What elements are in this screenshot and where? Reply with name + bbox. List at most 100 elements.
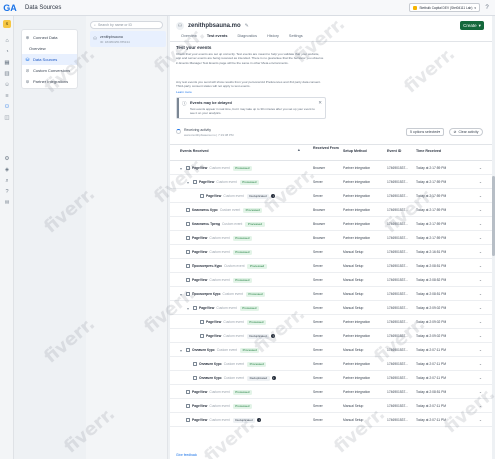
data-source-item[interactable]: ⚇ zenithpbsauna ID: 184953251785134 bbox=[90, 31, 166, 47]
subnav-item-custom-conversions[interactable]: ⊘ Custom Conversions bbox=[22, 65, 77, 76]
chevron-down-icon[interactable]: ⌄ bbox=[479, 315, 482, 329]
chevron-down-icon[interactable]: ⌄ bbox=[479, 189, 482, 203]
event-icon bbox=[186, 404, 190, 408]
edit-icon[interactable]: ✎ bbox=[245, 23, 249, 29]
grid-icon[interactable]: ▦ bbox=[4, 60, 10, 66]
chart-icon[interactable]: ▥ bbox=[4, 71, 10, 77]
data-source-search[interactable]: ⌕ Search by name or ID bbox=[90, 21, 163, 29]
account-label: Stetbulk Capital DEV (Stet04111 Lab) bbox=[419, 5, 473, 10]
event-name: PageView bbox=[199, 306, 215, 310]
table-row[interactable]: PageView Custom event Processed Browser Part… bbox=[170, 231, 492, 245]
info-icon[interactable]: i bbox=[257, 418, 262, 422]
chevron-down-icon[interactable]: ⌄ bbox=[479, 203, 482, 217]
status-badge: Deduplicated bbox=[232, 417, 256, 423]
expand-caret-icon[interactable]: ▾ bbox=[187, 306, 191, 311]
table-row[interactable]: ▾ PageView Custom event Processed Server Part… bbox=[170, 175, 492, 189]
chevron-down-icon[interactable]: ⌄ bbox=[479, 231, 482, 245]
sort-icon[interactable]: ▲ bbox=[297, 148, 301, 153]
receiving-meta: www.zenithpbsauna.mo | 7:19:38 PM bbox=[184, 133, 234, 137]
events-icon[interactable]: ◫ bbox=[4, 115, 10, 121]
create-button[interactable]: Create ▾ bbox=[460, 21, 484, 30]
expand-caret-icon[interactable]: ▾ bbox=[180, 166, 184, 171]
table-row[interactable]: Оплачен Курс Custom event Deduplicated i Ser… bbox=[170, 371, 492, 385]
subnav-item-connect-data[interactable]: ⊕ Connect Data bbox=[22, 32, 77, 43]
search-icon[interactable]: ⌕ bbox=[4, 178, 10, 184]
give-feedback-link[interactable]: Give feedback bbox=[176, 453, 197, 457]
status-badge: Processed bbox=[232, 277, 252, 283]
chevron-down-icon[interactable]: ⌄ bbox=[479, 287, 482, 301]
col-events-received[interactable]: Events Received bbox=[180, 149, 209, 154]
chevron-down-icon[interactable]: ⌄ bbox=[479, 399, 482, 413]
expand-caret-icon[interactable]: ▾ bbox=[187, 180, 191, 185]
clear-activity-button[interactable]: ⊘ Clear activity bbox=[449, 128, 483, 136]
subnav-item-partner-integrations[interactable]: ⊚ Partner Integrations bbox=[22, 76, 77, 87]
col-event-id[interactable]: Event ID bbox=[387, 149, 401, 154]
chevron-down-icon[interactable]: ⌄ bbox=[479, 301, 482, 315]
expand-caret-icon[interactable]: ▾ bbox=[180, 292, 184, 297]
setup-method: Partner integration bbox=[343, 320, 371, 324]
setup-method: Manual Setup bbox=[343, 348, 364, 352]
col-time-received[interactable]: Time Received bbox=[416, 149, 441, 154]
info-icon[interactable]: i bbox=[271, 334, 276, 338]
chevron-down-icon[interactable]: ⌄ bbox=[479, 259, 482, 273]
help-icon[interactable]: ? bbox=[483, 3, 491, 12]
table-row[interactable]: Кликнитсь Тренд Custom event Processed Brow… bbox=[170, 217, 492, 231]
chevron-down-icon[interactable]: ⌄ bbox=[479, 217, 482, 231]
list-icon[interactable]: ≡ bbox=[4, 93, 10, 99]
chevron-down-icon[interactable]: ⌄ bbox=[479, 413, 482, 427]
people-icon[interactable]: ☺ bbox=[4, 82, 10, 88]
help-icon[interactable]: ? bbox=[4, 189, 10, 195]
bell-icon[interactable]: ◈ bbox=[4, 167, 10, 173]
subnav-item-overview[interactable]: Overview bbox=[22, 43, 77, 54]
chevron-down-icon[interactable]: ⌄ bbox=[479, 175, 482, 189]
chevron-down-icon[interactable]: ⌄ bbox=[479, 343, 482, 357]
account-switcher[interactable]: Stetbulk Capital DEV (Stet04111 Lab) ▾ bbox=[409, 3, 480, 12]
home-icon[interactable]: ⌂ bbox=[4, 38, 10, 44]
col-setup-method[interactable]: Setup Method bbox=[343, 149, 367, 154]
col-received-from[interactable]: Received From bbox=[313, 146, 341, 151]
chevron-down-icon[interactable]: ⌄ bbox=[479, 357, 482, 371]
data-sources-icon[interactable]: ⚇ bbox=[4, 104, 10, 110]
table-row[interactable]: Просмотреть Курс Custom event Processed Ser… bbox=[170, 259, 492, 273]
table-row[interactable]: PageView Custom event Processed Server Manua… bbox=[170, 273, 492, 287]
chevron-down-icon[interactable]: ⌄ bbox=[479, 161, 482, 175]
spinner-icon bbox=[176, 129, 181, 134]
table-row[interactable]: PageView Custom event Processed Server Partn… bbox=[170, 385, 492, 399]
learn-more-link[interactable]: Learn more bbox=[176, 90, 192, 94]
notifications-icon[interactable]: ◔ bbox=[4, 49, 10, 55]
app-logo[interactable]: GA bbox=[3, 1, 17, 15]
expand-caret-icon[interactable]: ▾ bbox=[180, 348, 184, 353]
chevron-down-icon[interactable]: ⌄ bbox=[479, 245, 482, 259]
info-icon[interactable]: i bbox=[271, 376, 276, 380]
event-name: PageView bbox=[192, 418, 208, 422]
profile-badge[interactable]: S bbox=[3, 20, 11, 28]
subnav-label: Overview bbox=[29, 46, 46, 51]
table-row[interactable]: PageView Custom event Deduplicated i Server P… bbox=[170, 329, 492, 343]
table-row[interactable]: ▾ PageView Custom event Processed Server Manu… bbox=[170, 301, 492, 315]
event-filter-select[interactable]: 5 options selected ▾ bbox=[406, 128, 444, 136]
info-icon[interactable]: i bbox=[271, 194, 276, 198]
table-row[interactable]: PageView Custom event Processed Server Manua… bbox=[170, 245, 492, 259]
chevron-down-icon[interactable]: ⌄ bbox=[479, 371, 482, 385]
table-row[interactable]: Кликнитсь Курс Custom event Processed Brows… bbox=[170, 203, 492, 217]
table-row[interactable]: PageView Custom event Deduplicated i Server P… bbox=[170, 189, 492, 203]
time-received: Today at 2:17:59 PM bbox=[416, 208, 447, 212]
subnav-item-data-sources[interactable]: ⛁ Data Sources bbox=[22, 54, 77, 65]
close-icon[interactable]: ✕ bbox=[318, 100, 322, 106]
chevron-down-icon[interactable]: ⌄ bbox=[479, 329, 482, 343]
chevron-down-icon[interactable]: ⌄ bbox=[479, 273, 482, 287]
event-icon bbox=[186, 208, 190, 212]
partner-icon: ⊚ bbox=[25, 79, 30, 84]
table-row[interactable]: PageView Custom event Processed Server Partn… bbox=[170, 315, 492, 329]
settings-icon[interactable]: ⚙ bbox=[4, 156, 10, 162]
table-row[interactable]: Оплачен Курс Custom event Processed Server P… bbox=[170, 357, 492, 371]
table-row[interactable]: PageView Custom event Deduplicated i Server M… bbox=[170, 413, 492, 427]
chevron-down-icon[interactable]: ⌄ bbox=[479, 385, 482, 399]
table-row[interactable]: PageView Custom event Processed Server Manua… bbox=[170, 399, 492, 413]
table-row[interactable]: ▾ Оплачен Курс Custom event Processed Server… bbox=[170, 343, 492, 357]
time-received: Today at 2:08:51 PM bbox=[416, 264, 447, 268]
feedback-icon[interactable]: ✉ bbox=[4, 200, 10, 206]
table-row[interactable]: ▾ PageView Custom event Processed Browser Par… bbox=[170, 161, 492, 175]
received-from: Server bbox=[313, 306, 323, 310]
table-row[interactable]: ▾ Просмотрен Курс Custom event Processed Ser… bbox=[170, 287, 492, 301]
